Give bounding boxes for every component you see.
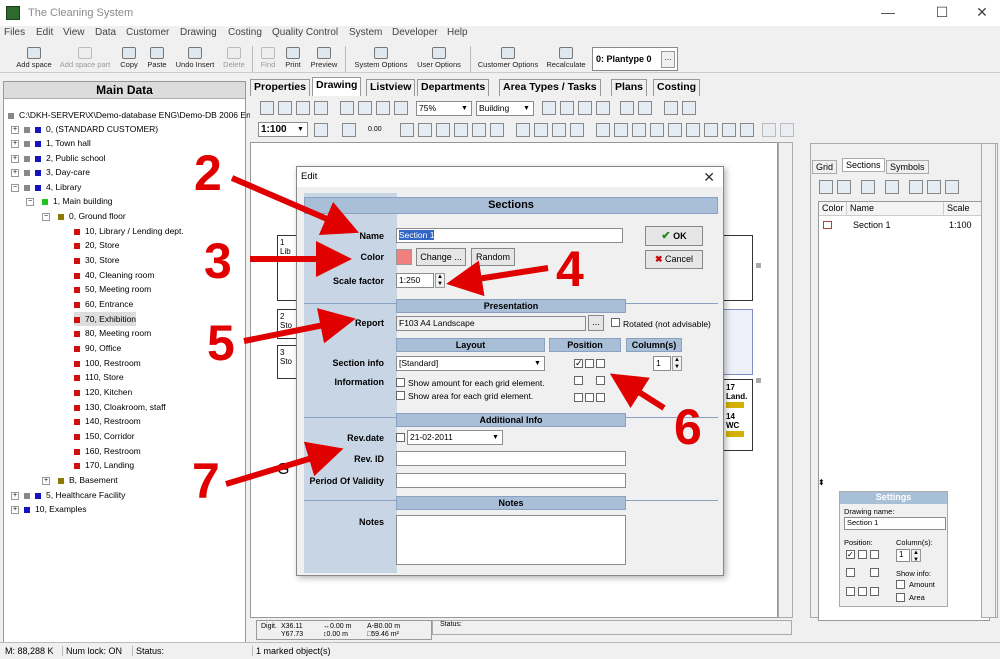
annotation-arrow: [225, 441, 344, 487]
annotation-arrow: [243, 308, 356, 344]
marked-objects-status: 1 marked object(s): [252, 646, 331, 656]
memory-status: M: 88,288 K: [5, 646, 54, 656]
annotation-arrow: [609, 373, 666, 411]
status-bar: M: 88,288 K Num lock: ON Status: 1 marke…: [0, 642, 1000, 659]
annotation-arrow: [446, 260, 549, 297]
numlock-status: Num lock: ON: [62, 646, 122, 656]
annotation-arrow: [230, 175, 360, 236]
status-label: Status:: [132, 646, 164, 656]
annotation-arrows: [225, 175, 666, 487]
